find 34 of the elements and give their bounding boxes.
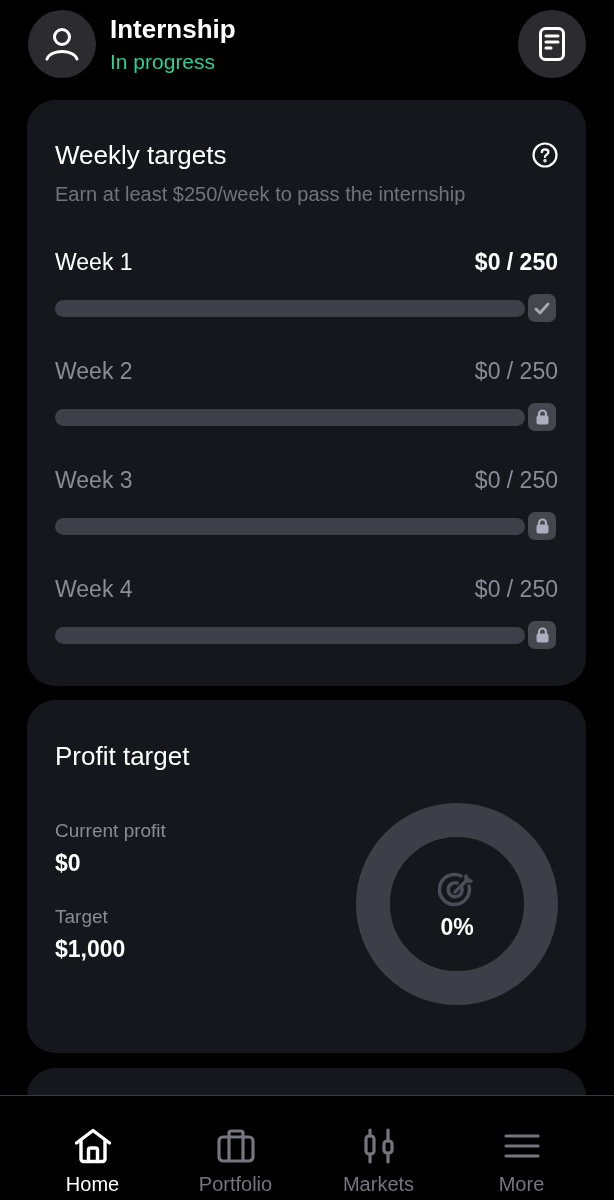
nav-tab[interactable]: Portfolio (164, 1096, 307, 1200)
card-title: Weekly targets (55, 140, 227, 170)
week-label: Week 3 (55, 466, 133, 494)
help-icon[interactable] (532, 142, 558, 168)
lock-icon (535, 409, 549, 425)
stat-label: Current profit (55, 819, 166, 843)
lock-icon (535, 627, 549, 643)
nav-tab[interactable]: Home (21, 1096, 164, 1200)
stat-label: Target (55, 905, 109, 929)
week-label: Week 2 (55, 357, 133, 385)
stat-value: $1,000 (55, 935, 127, 963)
lock-icon (535, 518, 549, 534)
home-icon (73, 1128, 112, 1164)
page-title: Internship (110, 14, 236, 44)
menu-icon (503, 1133, 540, 1159)
week-label: Week 1 (55, 248, 133, 276)
week-label: Week 4 (55, 575, 133, 603)
nav-tab[interactable]: Markets (307, 1096, 450, 1200)
document-icon (539, 27, 565, 61)
week-amount: $0 / 250 (474, 357, 558, 385)
user-icon (45, 27, 79, 61)
status-label: In progress (110, 50, 217, 74)
week-amount: $0 / 250 (474, 248, 558, 276)
check-icon (534, 301, 550, 315)
briefcase-icon (216, 1129, 255, 1163)
week-amount: $0 / 250 (474, 575, 558, 603)
progress-percent: 0% (440, 913, 474, 941)
card-subtitle: Earn at least $250/week to pass the internship (55, 182, 467, 206)
target-icon (438, 871, 476, 909)
week-amount: $0 / 250 (474, 466, 558, 494)
card-title: Profit target (55, 741, 191, 771)
nav-tab[interactable]: More (450, 1096, 593, 1200)
stat-value: $0 (55, 849, 82, 877)
candlestick-icon (362, 1128, 395, 1164)
